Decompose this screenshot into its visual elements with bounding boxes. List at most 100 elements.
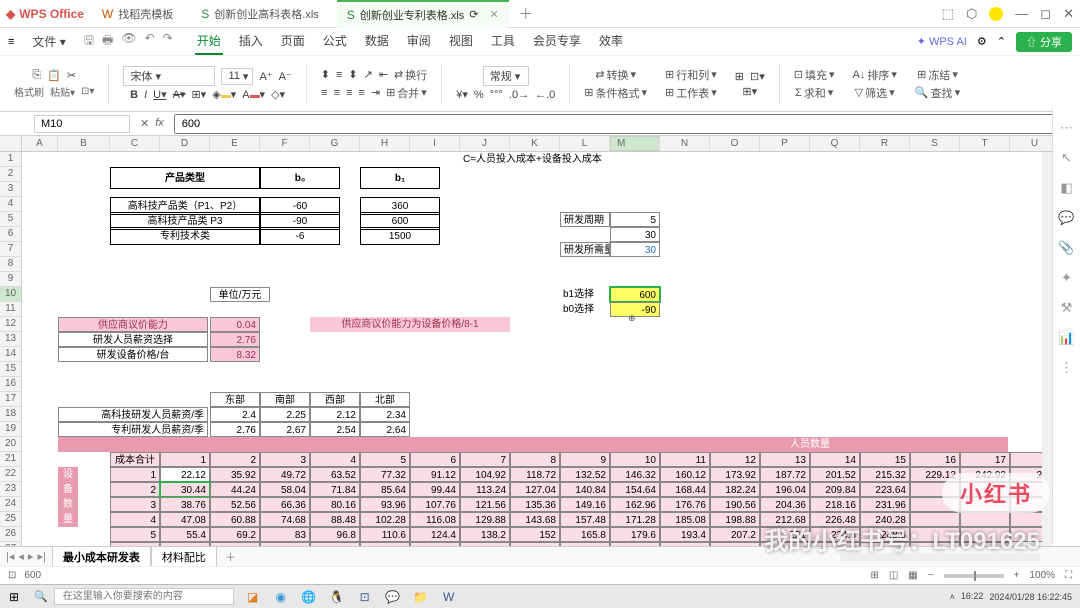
cell-P22[interactable]: 187.72 — [760, 467, 810, 482]
view-normal-icon[interactable]: ⊞ — [870, 570, 878, 581]
cell-K25[interactable]: 143.68 — [510, 512, 560, 527]
cell-E18[interactable]: 2.4 — [210, 407, 260, 422]
clipboard-more[interactable]: ⊡▾ — [81, 86, 94, 97]
cell-E17[interactable]: 东部 — [210, 392, 260, 407]
col-header-Q[interactable]: Q — [810, 136, 860, 151]
row-header-24[interactable]: 24 — [0, 497, 21, 512]
cell-M7[interactable]: 30 — [610, 242, 660, 257]
task-app-1[interactable]: ◪ — [242, 588, 264, 606]
row-header-10[interactable]: 10 — [0, 287, 21, 302]
cell-B20[interactable] — [58, 437, 1008, 452]
cell-L21[interactable]: 9 — [560, 452, 610, 467]
print-icon[interactable]: 🖶 — [102, 31, 113, 52]
bold-button[interactable]: B — [130, 89, 138, 101]
currency-icon[interactable]: ¥▾ — [456, 88, 468, 101]
fill-handle-icon[interactable]: ⊕ — [628, 313, 636, 324]
tab-review[interactable]: 审阅 — [405, 28, 433, 55]
task-app-2[interactable]: ◉ — [270, 588, 292, 606]
refresh-icon[interactable]: ⟳ — [469, 8, 478, 21]
cell-M26[interactable]: 179.6 — [610, 527, 660, 542]
zoom-slider[interactable] — [944, 574, 1004, 578]
cell-E26[interactable]: 69.2 — [210, 527, 260, 542]
cell-D23[interactable]: 30.44 — [160, 482, 210, 497]
cell-N22[interactable]: 160.12 — [660, 467, 710, 482]
cell-J24[interactable]: 121.56 — [460, 497, 510, 512]
cell-H18[interactable]: 2.34 — [360, 407, 410, 422]
cell-G12[interactable]: 供应商议价能力为设备价格/8-1 — [310, 317, 510, 332]
col-header-H[interactable]: H — [360, 136, 410, 151]
filter-button[interactable]: ▽ 筛选▾ — [855, 85, 895, 101]
cell-M5[interactable]: 5 — [610, 212, 660, 227]
sheet-tab-2[interactable]: 材料配比 — [151, 546, 217, 567]
justify-icon[interactable]: ≡ — [358, 87, 364, 99]
cell-J1[interactable]: C=人员投入成本+设备投入成本 — [460, 152, 660, 167]
font-size-select[interactable]: 11 ▾ — [221, 68, 253, 85]
fill-color-button[interactable]: ◈▾ — [212, 88, 236, 101]
cell-L25[interactable]: 157.48 — [560, 512, 610, 527]
cell-C25[interactable]: 4 — [110, 512, 160, 527]
cell-J23[interactable]: 113.24 — [460, 482, 510, 497]
row-header-21[interactable]: 21 — [0, 452, 21, 467]
cell-K24[interactable]: 135.36 — [510, 497, 560, 512]
cell-G26[interactable]: 96.8 — [310, 527, 360, 542]
align-mid-icon[interactable]: ≡ — [336, 69, 342, 81]
cell-G17[interactable]: 西部 — [310, 392, 360, 407]
cell-M24[interactable]: 162.96 — [610, 497, 660, 512]
tab-efficiency[interactable]: 效率 — [597, 28, 625, 55]
row-header-19[interactable]: 19 — [0, 422, 21, 437]
panel-more-icon[interactable]: ⋮ — [1060, 360, 1073, 376]
cell-N26[interactable]: 193.4 — [660, 527, 710, 542]
cell-L22[interactable]: 132.52 — [560, 467, 610, 482]
cell-B13[interactable]: 研发人员薪资选择 — [58, 332, 208, 347]
cell-E25[interactable]: 60.88 — [210, 512, 260, 527]
cell-D22[interactable]: 22.12 — [160, 467, 210, 482]
row-header-15[interactable]: 15 — [0, 362, 21, 377]
col-header-R[interactable]: R — [860, 136, 910, 151]
cell-P23[interactable]: 196.04 — [760, 482, 810, 497]
cell-F18[interactable]: 2.25 — [260, 407, 310, 422]
row-header-9[interactable]: 9 — [0, 272, 21, 287]
cell-S21[interactable]: 16 — [910, 452, 960, 467]
panel-tool-icon[interactable]: ⚒ — [1061, 300, 1073, 316]
cell-N21[interactable]: 11 — [660, 452, 710, 467]
col-header-P[interactable]: P — [760, 136, 810, 151]
dec-inc-icon[interactable]: .0→ — [509, 89, 529, 101]
italic-button[interactable]: I — [144, 89, 147, 101]
row-header-23[interactable]: 23 — [0, 482, 21, 497]
view-page-icon[interactable]: ◫ — [889, 570, 898, 581]
cell-H2[interactable]: b₁ — [360, 167, 440, 189]
row-header-7[interactable]: 7 — [0, 242, 21, 257]
cell-F23[interactable]: 58.04 — [260, 482, 310, 497]
name-box[interactable] — [34, 115, 130, 133]
row-header-13[interactable]: 13 — [0, 332, 21, 347]
cell-E21[interactable]: 2 — [210, 452, 260, 467]
cell-B18[interactable]: 高科技研发人员薪资/季 — [58, 407, 208, 422]
cell-Q21[interactable]: 14 — [810, 452, 860, 467]
task-app-3[interactable]: 🌐 — [298, 588, 320, 606]
col-header-E[interactable]: E — [210, 136, 260, 151]
tab-formula[interactable]: 公式 — [321, 28, 349, 55]
cell-R22[interactable]: 215.32 — [860, 467, 910, 482]
quick-calc[interactable]: ⊡ — [8, 570, 16, 581]
cell-D26[interactable]: 55.4 — [160, 527, 210, 542]
share-button[interactable]: ⇧ 分享 — [1016, 32, 1072, 52]
preview-icon[interactable]: 👁 — [121, 31, 136, 52]
wrap-button[interactable]: ⇄ 换行 — [394, 67, 427, 83]
cell-H26[interactable]: 110.6 — [360, 527, 410, 542]
zoom-level[interactable]: 100% — [1029, 570, 1055, 581]
row-header-6[interactable]: 6 — [0, 227, 21, 242]
table-icon[interactable]: ⊞ — [735, 70, 744, 83]
cell-G19[interactable]: 2.54 — [310, 422, 360, 437]
cell-B19[interactable]: 专利研发人员薪资/季 — [58, 422, 208, 437]
col-header-O[interactable]: O — [710, 136, 760, 151]
find-button[interactable]: 🔍 查找▾ — [915, 85, 960, 101]
fullscreen-icon[interactable]: ⛶ — [1065, 570, 1072, 581]
save-icon[interactable]: 🖫 — [84, 31, 94, 52]
cell-H25[interactable]: 102.28 — [360, 512, 410, 527]
cell-F17[interactable]: 南部 — [260, 392, 310, 407]
cell-F19[interactable]: 2.67 — [260, 422, 310, 437]
cell-B14[interactable]: 研发设备价格/台 — [58, 347, 208, 362]
cell-B22[interactable]: 设 — [58, 467, 78, 482]
cell-E12[interactable]: 0.04 — [210, 317, 260, 332]
cell-I26[interactable]: 124.4 — [410, 527, 460, 542]
